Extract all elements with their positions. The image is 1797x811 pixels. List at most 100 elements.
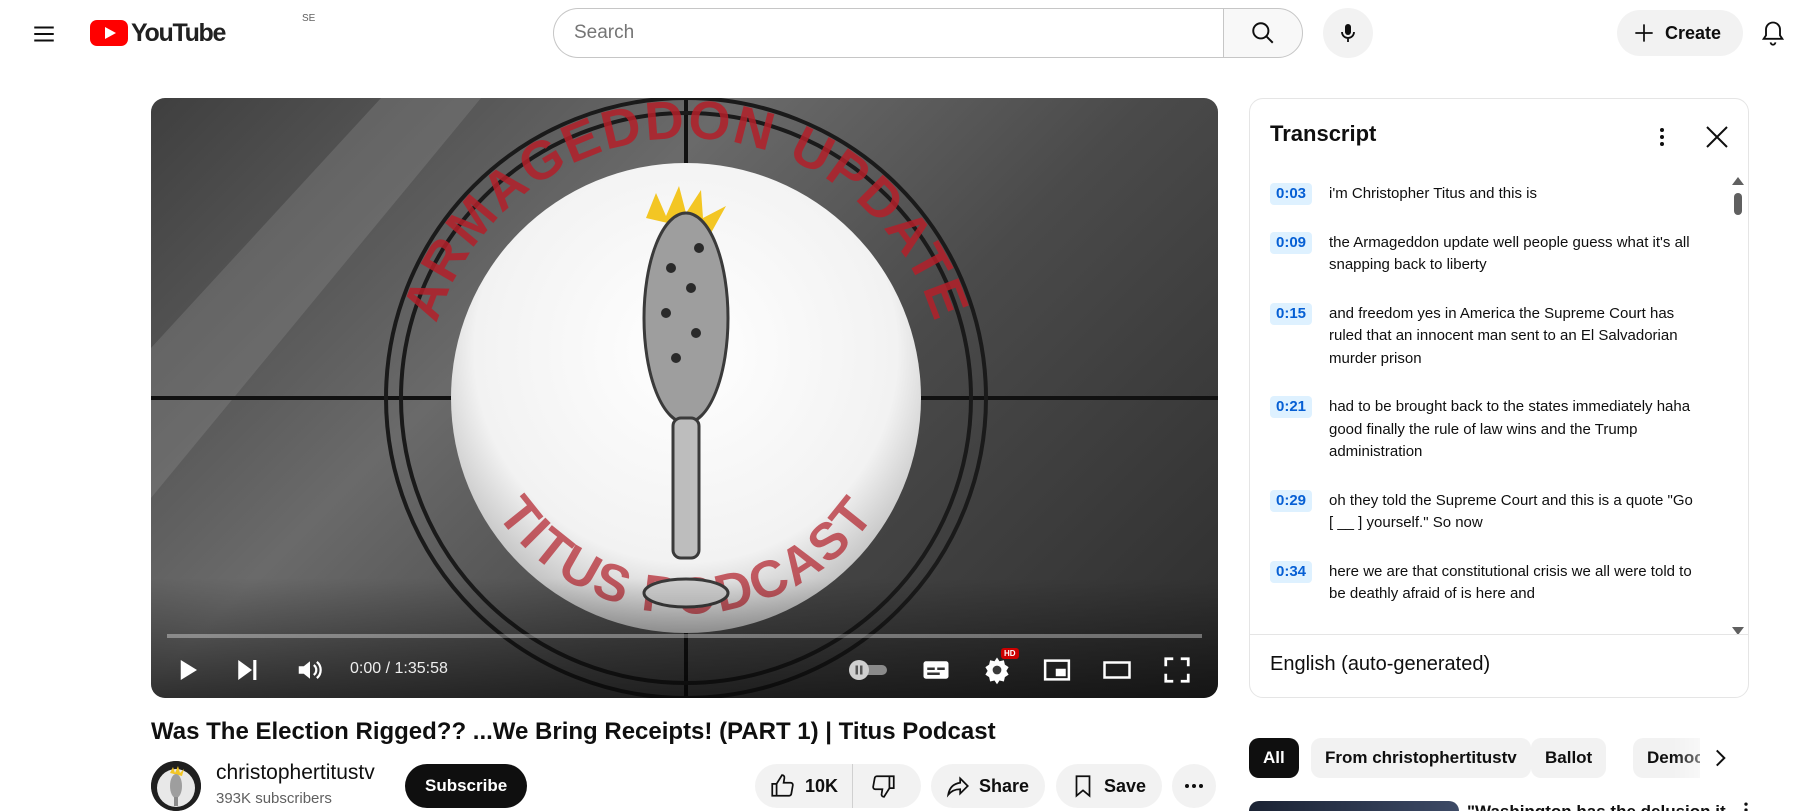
microphone-icon <box>1341 24 1355 42</box>
recommended-title[interactable]: "Washington has the delusion it <box>1467 802 1737 811</box>
segment-timestamp[interactable]: 0:15 <box>1270 302 1312 325</box>
search-icon <box>1252 22 1274 44</box>
play-button[interactable] <box>167 650 207 690</box>
mute-button[interactable] <box>290 650 330 690</box>
search-input[interactable] <box>553 8 1223 58</box>
segment-timestamp[interactable]: 0:34 <box>1270 560 1312 583</box>
segment-timestamp[interactable]: 0:21 <box>1270 396 1312 418</box>
video-title: Was The Election Rigged?? ...We Bring Re… <box>151 718 996 745</box>
recommended-more-icon[interactable] <box>1736 800 1756 811</box>
transcript-segment[interactable]: 0:21 had to be brought back to the states… <box>1270 382 1710 476</box>
chip-ballot[interactable]: Ballot <box>1531 738 1607 778</box>
segment-text: the Armageddon update well people guess … <box>1329 233 1690 274</box>
transcript-title: Transcript <box>1270 121 1377 146</box>
channel-avatar[interactable] <box>151 761 201 811</box>
segment-text: oh they told the Supreme Court and this … <box>1329 491 1693 532</box>
segment-timestamp[interactable]: 0:09 <box>1270 231 1312 254</box>
transcript-segment[interactable]: 0:15 and freedom yes in America the Supre… <box>1270 289 1710 383</box>
recommended-thumbnail[interactable] <box>1249 801 1459 811</box>
more-vertical-icon <box>1660 128 1664 146</box>
player-controls: 0:00 / 1:35:58 HD <box>151 646 1218 694</box>
transcript-segment-list: 0:03 i'm Christopher Titus and this is 0:0… <box>1270 169 1710 631</box>
transcript-close-button[interactable] <box>1695 115 1739 159</box>
like-count: 10K <box>805 775 839 796</box>
next-button[interactable] <box>227 650 267 690</box>
time-display: 0:00 / 1:35:58 <box>350 660 448 677</box>
fullscreen-button[interactable] <box>1157 650 1197 690</box>
transcript-panel: Transcript 0:03 i'm Christopher Titus and… <box>1249 98 1749 698</box>
search-bar <box>553 8 1303 58</box>
progress-bar[interactable] <box>167 634 1202 638</box>
notifications-button[interactable] <box>1752 12 1794 54</box>
miniplayer-button[interactable] <box>1037 650 1077 690</box>
save-button[interactable]: Save <box>1056 764 1162 808</box>
play-icon <box>180 660 197 680</box>
search-button[interactable] <box>1223 8 1303 58</box>
segment-timestamp[interactable]: 0:03 <box>1270 183 1312 205</box>
guide-menu-button[interactable] <box>22 12 66 56</box>
transcript-segment[interactable]: 0:09 the Armageddon update well people gu… <box>1270 218 1710 289</box>
chip-all[interactable]: All <box>1249 738 1299 778</box>
close-icon <box>1706 126 1728 148</box>
subtitles-button[interactable] <box>916 650 956 690</box>
more-horizontal-icon <box>1185 784 1203 788</box>
transcript-segment[interactable]: 0:40we're doing nothing well not nothing… <box>1270 618 1710 632</box>
chips-next-button[interactable] <box>1700 738 1740 778</box>
youtube-logo[interactable]: YouTube SE <box>90 13 315 48</box>
hd-badge: HD <box>1001 648 1019 659</box>
create-label: Create <box>1665 22 1722 43</box>
volume-icon <box>298 661 322 679</box>
masthead: YouTube SE Create <box>0 0 1797 64</box>
scrollbar-thumb[interactable] <box>1734 193 1742 215</box>
segment-timestamp[interactable]: 0:29 <box>1270 489 1312 512</box>
like-dislike-group: 10K <box>755 764 921 808</box>
subtitles-icon <box>923 661 949 679</box>
dislike-button[interactable] <box>853 764 915 808</box>
chevron-right-icon <box>1716 749 1726 767</box>
miniplayer-icon <box>1043 659 1071 681</box>
create-button[interactable]: Create <box>1617 10 1744 56</box>
scroll-up-arrow-icon[interactable] <box>1732 177 1744 185</box>
transcript-language-selector[interactable]: English (auto-generated) <box>1270 653 1490 676</box>
thumbs-up-icon <box>771 774 794 797</box>
share-button[interactable]: Share <box>931 764 1045 808</box>
skip-next-icon <box>238 660 257 680</box>
autoplay-toggle[interactable] <box>847 658 889 682</box>
share-icon <box>946 776 969 798</box>
transcript-segment[interactable]: 0:34 here we are that constitutional cris… <box>1270 547 1710 618</box>
voice-search-button[interactable] <box>1323 8 1373 58</box>
hamburger-menu-icon <box>34 26 54 42</box>
segment-text: here we are that constitutional crisis w… <box>1329 562 1692 603</box>
region-code: SE <box>302 13 316 24</box>
gear-icon <box>985 657 1009 685</box>
theater-mode-button[interactable] <box>1097 650 1137 690</box>
segment-text: and freedom yes in America the Supreme C… <box>1329 304 1678 367</box>
transcript-segment[interactable]: 0:03 i'm Christopher Titus and this is <box>1270 169 1710 218</box>
channel-avatar-icon <box>151 761 201 811</box>
transcript-footer: English (auto-generated) <box>1250 634 1748 697</box>
share-label: Share <box>979 775 1030 796</box>
subscribe-button[interactable]: Subscribe <box>405 764 528 808</box>
chip-from-channel[interactable]: From christophertitustv <box>1311 738 1531 778</box>
related-chips-bar: All From christophertitustv Ballot Democ <box>1249 738 1749 778</box>
bell-icon <box>1761 21 1785 46</box>
transcript-options-button[interactable] <box>1642 117 1682 157</box>
like-button[interactable]: 10K <box>755 764 854 808</box>
transcript-scrollbar[interactable] <box>1732 177 1744 637</box>
logo-wordmark: YouTube <box>131 18 226 47</box>
fullscreen-icon <box>1164 657 1190 683</box>
video-player[interactable]: ARMAGEDDON UPDATE TITUS PODCAST 0:00 / <box>151 98 1218 698</box>
more-actions-button[interactable] <box>1172 764 1216 808</box>
save-label: Save <box>1104 775 1147 796</box>
channel-name[interactable]: christophertitustv <box>216 761 375 785</box>
autoplay-pause-icon <box>849 660 887 680</box>
settings-button[interactable]: HD <box>977 648 1019 690</box>
plus-icon <box>1635 24 1653 42</box>
segment-text: i'm Christopher Titus and this is <box>1329 185 1537 202</box>
thumbs-down-icon <box>872 775 895 798</box>
subscriber-count: 393K subscribers <box>216 790 332 807</box>
segment-text: had to be brought back to the states imm… <box>1329 398 1691 460</box>
transcript-segment[interactable]: 0:29 oh they told the Supreme Court and t… <box>1270 476 1710 547</box>
youtube-play-icon <box>90 20 128 46</box>
bookmark-icon <box>1075 775 1091 798</box>
